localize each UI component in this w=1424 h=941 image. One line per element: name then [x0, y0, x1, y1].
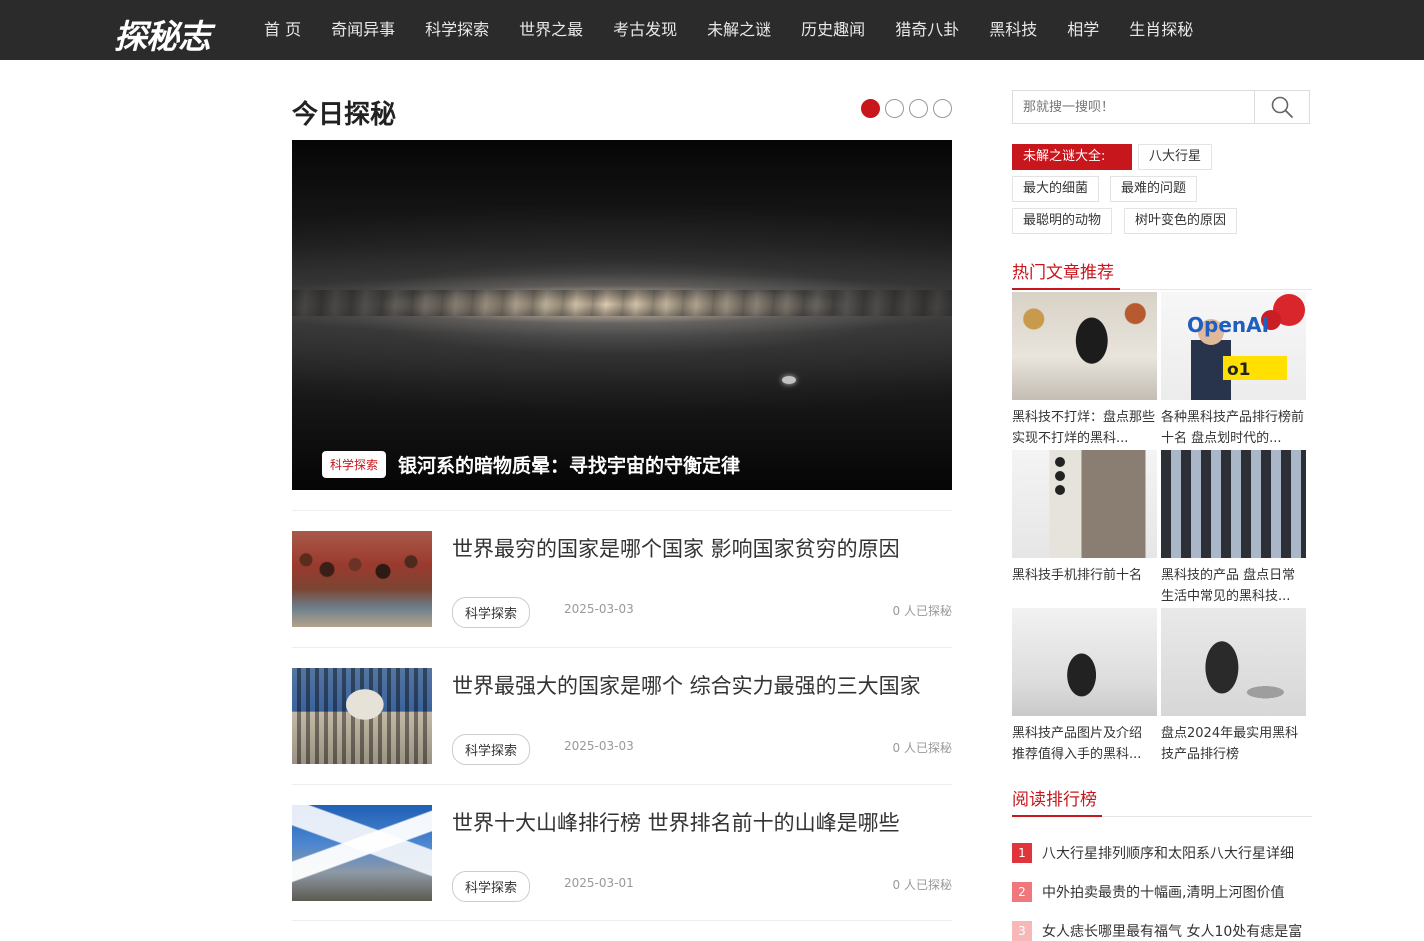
nav-physiognomy[interactable]: 相学 — [1067, 0, 1099, 60]
article-item: 世界十大山峰排行榜 世界排名前十的山峰是哪些 科学探索 2025-03-01 0… — [292, 784, 952, 921]
nav-zodiac[interactable]: 生肖探秘 — [1129, 0, 1193, 60]
hot-article-image[interactable] — [1012, 608, 1157, 716]
hero-category-tag[interactable]: 科学探索 — [322, 451, 387, 478]
nav-home[interactable]: 首 页 — [264, 0, 301, 60]
article-title[interactable]: 世界最强大的国家是哪个 综合实力最强的三大国家 — [452, 670, 921, 700]
rank-number: 1 — [1012, 843, 1032, 863]
slider-dot[interactable] — [861, 99, 880, 118]
hot-article[interactable]: 黑科技手机排行前十名 — [1012, 450, 1157, 607]
article-item: 世界最穷的国家是哪个国家 影响国家贫穷的原因 科学探索 2025-03-03 0… — [292, 510, 952, 647]
hero-slide[interactable]: 科学探索 银河系的暗物质晕：寻找宇宙的守衡定律 — [292, 140, 952, 490]
galaxy-cloud — [782, 376, 796, 384]
nav-world-records[interactable]: 世界之最 — [519, 0, 583, 60]
nav-mysteries[interactable]: 未解之谜 — [707, 0, 771, 60]
hot-article-title[interactable]: 黑科技不打烊：盘点那些实现不打烊的黑科... — [1012, 407, 1157, 449]
article-views: 0 人已探秘 — [892, 604, 952, 618]
hot-article-title[interactable]: 各种黑科技产品排行榜前十名 盘点划时代的... — [1161, 407, 1306, 449]
nav-history[interactable]: 历史趣闻 — [801, 0, 865, 60]
search-input[interactable] — [1013, 91, 1255, 123]
galaxy-dust-band — [292, 290, 952, 316]
ranking-heading: 阅读排行榜 — [1012, 790, 1097, 810]
nav-science[interactable]: 科学探索 — [425, 0, 489, 60]
hot-article-title[interactable]: 盘点2024年最实用黑科技产品排行榜 — [1161, 723, 1306, 765]
tag-link[interactable]: 最难的问题 — [1110, 176, 1198, 202]
tag-link[interactable]: 树叶变色的原因 — [1124, 208, 1238, 234]
ranking-title[interactable]: 八大行星排列顺序和太阳系八大行星详细 — [1042, 843, 1294, 863]
svg-text:OpenAI: OpenAI — [1187, 313, 1269, 337]
hot-article[interactable]: 黑科技不打烊：盘点那些实现不打烊的黑科... — [1012, 292, 1157, 449]
tagcloud-label: 未解之谜大全: — [1012, 144, 1132, 170]
rank-number: 3 — [1012, 921, 1032, 941]
tag-link[interactable]: 最大的细菌 — [1012, 176, 1100, 202]
slider-dot[interactable] — [933, 99, 952, 118]
hot-article-image[interactable] — [1012, 292, 1157, 400]
article-category-tag[interactable]: 科学探索 — [452, 871, 531, 902]
article-thumbnail[interactable] — [292, 531, 432, 627]
nav-archaeology[interactable]: 考古发现 — [613, 0, 677, 60]
heading-underline — [1012, 288, 1120, 290]
hot-articles-heading: 热门文章推荐 — [1012, 263, 1114, 283]
article-date: 2025-03-03 — [564, 602, 634, 616]
hot-article-title[interactable]: 黑科技产品图片及介绍 推荐值得入手的黑科... — [1012, 723, 1157, 765]
hot-article[interactable]: OpenAI o1 各种黑科技产品排行榜前十名 盘点划时代的... — [1161, 292, 1306, 449]
hero-caption: 科学探索 银河系的暗物质晕：寻找宇宙的守衡定律 — [322, 451, 740, 478]
ranking-item[interactable]: 1 八大行星排列顺序和太阳系八大行星详细 — [1012, 843, 1294, 863]
article-date: 2025-03-03 — [564, 739, 634, 753]
search-icon — [1271, 96, 1293, 118]
nav-oddities[interactable]: 奇闻异事 — [331, 0, 395, 60]
ranking-title[interactable]: 中外拍卖最贵的十幅画,清明上河图价值 — [1042, 882, 1284, 902]
phone-cameras-art — [1055, 457, 1065, 495]
hot-article-title[interactable]: 黑科技手机排行前十名 — [1012, 565, 1157, 607]
section-title: 今日探秘 — [292, 100, 397, 130]
article-title[interactable]: 世界最穷的国家是哪个国家 影响国家贫穷的原因 — [452, 533, 900, 563]
slider-dots — [861, 99, 957, 118]
article-views: 0 人已探秘 — [892, 878, 952, 892]
hot-article-image[interactable] — [1161, 450, 1306, 558]
nav-tech[interactable]: 黑科技 — [989, 0, 1037, 60]
rank-number: 2 — [1012, 882, 1032, 902]
search-button[interactable] — [1255, 91, 1309, 123]
article-category-tag[interactable]: 科学探索 — [452, 734, 531, 765]
tag-link[interactable]: 最聪明的动物 — [1012, 208, 1113, 234]
article-thumbnail[interactable] — [292, 805, 432, 901]
hot-article[interactable]: 黑科技产品图片及介绍 推荐值得入手的黑科... — [1012, 608, 1157, 765]
ranking-title[interactable]: 女人痣长哪里最有福气 女人10处有痣是富 — [1042, 921, 1302, 941]
top-navbar: 探秘志 首 页 奇闻异事 科学探索 世界之最 考古发现 未解之谜 历史趣闻 猎奇… — [0, 0, 1424, 60]
article-views: 0 人已探秘 — [892, 741, 952, 755]
heading-underline — [1012, 815, 1102, 817]
svg-text:o1: o1 — [1227, 360, 1251, 380]
hot-article-image[interactable]: OpenAI o1 — [1161, 292, 1306, 400]
hot-article-image[interactable] — [1161, 608, 1306, 716]
slider-dot[interactable] — [885, 99, 904, 118]
article-date: 2025-03-01 — [564, 876, 634, 890]
article-item: 世界最强大的国家是哪个 综合实力最强的三大国家 科学探索 2025-03-03 … — [292, 647, 952, 784]
openai-poster-art: OpenAI o1 — [1187, 294, 1305, 400]
list-divider — [292, 920, 952, 921]
hot-article[interactable]: 黑科技的产品 盘点日常生活中常见的黑科技... — [1161, 450, 1306, 607]
slider-dot[interactable] — [909, 99, 928, 118]
hot-article[interactable]: 盘点2024年最实用黑科技产品排行榜 — [1161, 608, 1306, 765]
site-logo[interactable]: 探秘志 — [114, 10, 211, 58]
nav-gossip[interactable]: 猎奇八卦 — [895, 0, 959, 60]
ranking-item[interactable]: 3 女人痣长哪里最有福气 女人10处有痣是富 — [1012, 921, 1302, 941]
hot-article-title[interactable]: 黑科技的产品 盘点日常生活中常见的黑科技... — [1161, 565, 1306, 607]
tag-link[interactable]: 八大行星 — [1138, 144, 1213, 170]
main-nav: 首 页 奇闻异事 科学探索 世界之最 考古发现 未解之谜 历史趣闻 猎奇八卦 黑… — [264, 0, 1223, 60]
ranking-item[interactable]: 2 中外拍卖最贵的十幅画,清明上河图价值 — [1012, 882, 1284, 902]
hero-title[interactable]: 银河系的暗物质晕：寻找宇宙的守衡定律 — [398, 451, 740, 478]
article-thumbnail[interactable] — [292, 668, 432, 764]
article-title[interactable]: 世界十大山峰排行榜 世界排名前十的山峰是哪些 — [452, 807, 900, 837]
search-box — [1012, 90, 1310, 124]
hot-article-image[interactable] — [1012, 450, 1157, 558]
article-category-tag[interactable]: 科学探索 — [452, 597, 531, 628]
